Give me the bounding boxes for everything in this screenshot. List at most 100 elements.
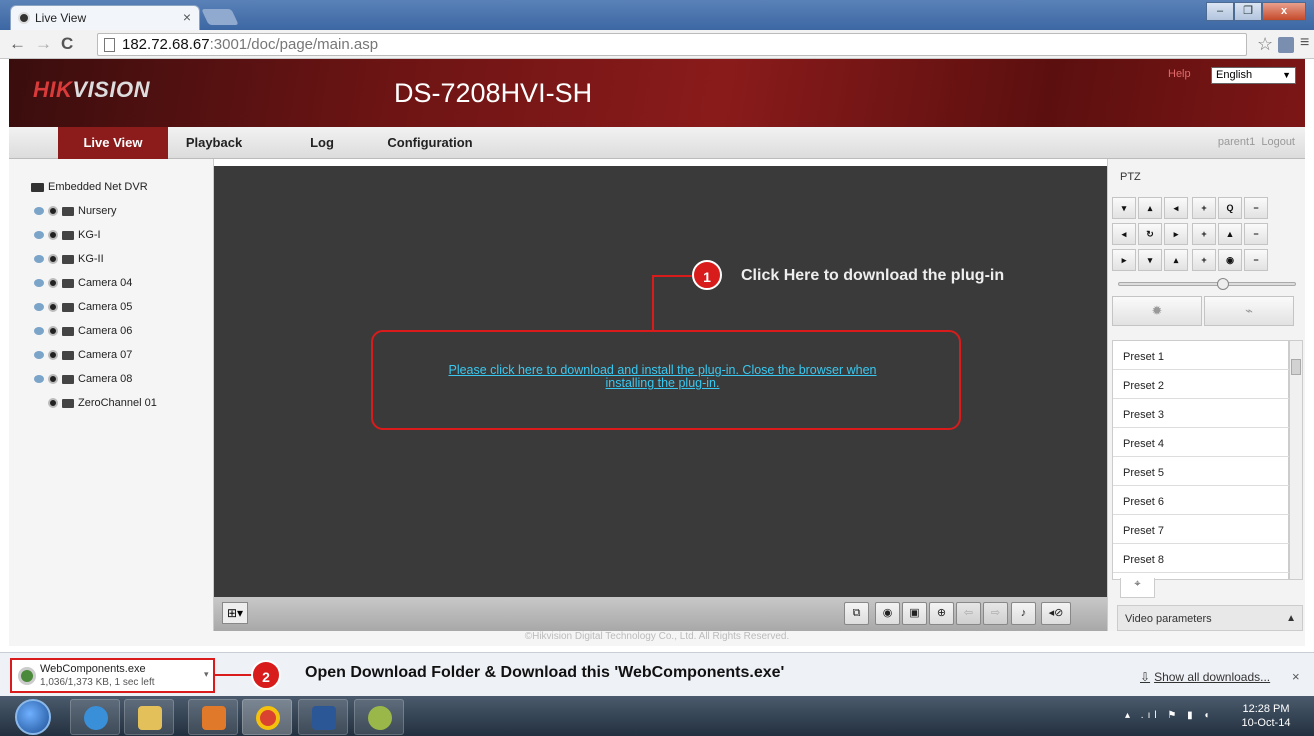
tab-log[interactable]: Log: [292, 127, 352, 159]
zoom-icon[interactable]: Q: [1218, 197, 1242, 219]
ptz-down-right-button[interactable]: ▴: [1164, 249, 1188, 271]
tab-live-view[interactable]: Live View: [58, 127, 168, 159]
list-item[interactable]: Preset 3: [1113, 399, 1290, 428]
download-item[interactable]: WebComponents.exe 1,036/1,373 KB, 1 sec …: [10, 658, 215, 693]
focus-icon[interactable]: ▲: [1218, 223, 1242, 245]
url-input[interactable]: 182.72.68.67:3001/doc/page/main.asp: [97, 33, 1247, 56]
address-bar-row: ← → C 182.72.68.67:3001/doc/page/main.as…: [0, 30, 1314, 59]
channel-item[interactable]: ZeroChannel 01: [48, 397, 157, 409]
download-progress-icon: [18, 667, 36, 685]
next-page-icon[interactable]: ⇨: [983, 602, 1008, 625]
record-icon: [62, 254, 74, 264]
list-item[interactable]: Preset 6: [1113, 486, 1290, 515]
zoom-out-button[interactable]: −: [1244, 197, 1268, 219]
camera-icon: [48, 230, 58, 240]
channel-item[interactable]: KG-I: [34, 229, 101, 241]
camera-icon: [48, 206, 58, 216]
logout-link[interactable]: Logout: [1261, 136, 1295, 148]
ptz-left-button[interactable]: ◂: [1112, 223, 1136, 245]
tab-close-button[interactable]: ×: [183, 9, 191, 25]
scrollbar-thumb[interactable]: [1291, 359, 1301, 375]
language-value: English: [1216, 69, 1253, 81]
bookmark-star-icon[interactable]: ☆: [1257, 34, 1273, 55]
maximize-button[interactable]: ❐: [1234, 2, 1262, 21]
ptz-down-button[interactable]: ▾: [1138, 249, 1162, 271]
tree-root[interactable]: Embedded Net DVR: [31, 181, 148, 193]
zoom-in-button[interactable]: +: [1192, 197, 1216, 219]
wiper-icon[interactable]: ⌁: [1204, 296, 1294, 326]
tab-title: Live View: [35, 11, 87, 25]
system-clock[interactable]: 12:28 PM 10-Oct-14: [1236, 702, 1296, 730]
extension-icon[interactable]: [1278, 37, 1294, 53]
reload-button[interactable]: C: [61, 34, 73, 54]
internet-explorer-icon[interactable]: [70, 699, 120, 735]
layout-grid-button[interactable]: ⊞▾: [222, 602, 248, 624]
chevron-up-icon: ▲: [1286, 613, 1296, 624]
word-icon[interactable]: [298, 699, 348, 735]
browser-menu-button[interactable]: ≡: [1300, 34, 1309, 52]
iris-icon[interactable]: ◉: [1218, 249, 1242, 271]
list-item[interactable]: Preset 1: [1113, 341, 1290, 370]
camera-icon: [48, 254, 58, 264]
channel-item[interactable]: Nursery: [34, 205, 117, 217]
channel-item[interactable]: KG-II: [34, 253, 104, 265]
chrome-icon[interactable]: [242, 699, 292, 735]
channel-item[interactable]: Camera 07: [34, 349, 132, 361]
volume-icon[interactable]: ◂⊘: [1041, 602, 1071, 625]
plugin-download-link[interactable]: Please click here to download and instal…: [390, 364, 935, 390]
close-all-icon[interactable]: ⧉: [844, 602, 869, 625]
list-item[interactable]: Preset 7: [1113, 515, 1290, 544]
media-player-icon[interactable]: [188, 699, 238, 735]
system-tray-icons[interactable]: ▴ .ıl ⚑ ▮ ◖: [1125, 710, 1213, 721]
ptz-up-right-button[interactable]: ◂: [1164, 197, 1188, 219]
network-icon: [34, 255, 44, 263]
language-select[interactable]: English ▼: [1211, 67, 1296, 84]
video-parameters-panel[interactable]: Video parameters ▲: [1117, 605, 1303, 631]
new-tab-button[interactable]: [201, 9, 239, 25]
previous-page-icon[interactable]: ⇦: [956, 602, 981, 625]
device-model-title: DS-7208HVI-SH: [394, 78, 593, 108]
list-item[interactable]: Preset 5: [1113, 457, 1290, 486]
help-link[interactable]: Help: [1168, 68, 1191, 80]
ptz-right-button[interactable]: ▸: [1164, 223, 1188, 245]
light-icon[interactable]: ✹: [1112, 296, 1202, 326]
auto-scan-icon[interactable]: ↻: [1138, 223, 1162, 245]
tab-playback[interactable]: Playback: [174, 127, 254, 159]
minimize-button[interactable]: –: [1206, 2, 1234, 21]
focus-out-button[interactable]: −: [1244, 223, 1268, 245]
slider-handle[interactable]: [1217, 278, 1229, 290]
microphone-icon[interactable]: ♪: [1011, 602, 1036, 625]
record-icon: [62, 374, 74, 384]
list-item[interactable]: Preset 2: [1113, 370, 1290, 399]
ptz-up-button[interactable]: ▴: [1138, 197, 1162, 219]
browser-tab[interactable]: Live View ×: [10, 5, 200, 30]
list-item[interactable]: Preset 4: [1113, 428, 1290, 457]
zoom-icon[interactable]: ⊕: [929, 602, 954, 625]
chevron-down-icon[interactable]: ▾: [204, 669, 209, 680]
close-window-button[interactable]: x: [1262, 2, 1306, 21]
capture-icon[interactable]: ◉: [875, 602, 900, 625]
forward-button[interactable]: →: [35, 34, 52, 54]
preset-scrollbar[interactable]: [1289, 340, 1303, 580]
hikvision-logo: HIKVISION: [33, 77, 150, 102]
channel-item[interactable]: Camera 08: [34, 373, 132, 385]
list-item[interactable]: Preset 8: [1113, 544, 1290, 573]
show-all-downloads-link[interactable]: ⇩ Show all downloads...: [1140, 670, 1270, 684]
paint-icon[interactable]: [354, 699, 404, 735]
channel-item[interactable]: Camera 06: [34, 325, 132, 337]
iris-close-button[interactable]: −: [1244, 249, 1268, 271]
iris-open-button[interactable]: +: [1192, 249, 1216, 271]
back-button[interactable]: ←: [9, 34, 26, 54]
tab-configuration[interactable]: Configuration: [375, 127, 485, 159]
channel-item[interactable]: Camera 04: [34, 277, 132, 289]
channel-item[interactable]: Camera 05: [34, 301, 132, 313]
start-button[interactable]: [15, 699, 51, 735]
ptz-down-left-button[interactable]: ▸: [1112, 249, 1136, 271]
record-icon[interactable]: ▣: [902, 602, 927, 625]
ptz-speed-slider[interactable]: [1118, 278, 1296, 290]
focus-in-button[interactable]: +: [1192, 223, 1216, 245]
ptz-up-left-button[interactable]: ▾: [1112, 197, 1136, 219]
file-explorer-icon[interactable]: [124, 699, 174, 735]
patrol-tab[interactable]: ⌖: [1120, 578, 1155, 598]
download-bar-close-button[interactable]: ×: [1292, 669, 1300, 684]
